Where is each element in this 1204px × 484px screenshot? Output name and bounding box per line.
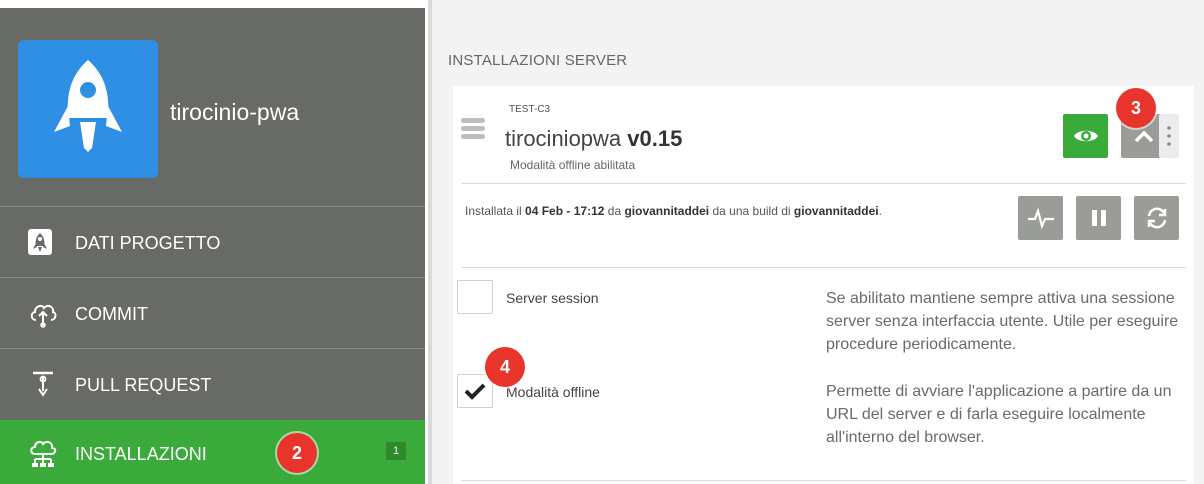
divider — [461, 480, 1186, 481]
pull-request-icon — [28, 369, 58, 399]
installer-user: giovannitaddei — [624, 204, 710, 218]
server-icon — [461, 116, 485, 142]
project-header: tirocinio-pwa — [0, 8, 425, 206]
callout-marker: 3 — [1116, 88, 1156, 128]
divider — [461, 183, 1186, 184]
install-date: 04 Feb - 17:12 — [525, 204, 605, 218]
offline-mode-description: Permette di avviare l'applicazione a par… — [826, 383, 1172, 446]
rocket-icon — [28, 227, 58, 257]
chevron-up-icon — [1134, 130, 1153, 143]
divider — [461, 267, 1186, 268]
eye-icon — [1073, 130, 1098, 142]
environment-label: TEST-C3 — [509, 104, 551, 115]
monitor-button[interactable] — [1018, 196, 1063, 240]
offline-mode-checkbox[interactable] — [457, 374, 493, 408]
network-cloud-icon — [28, 438, 58, 468]
offline-mode-label: Modalità offline — [506, 384, 600, 400]
app-name: tirociniopwa — [505, 126, 622, 151]
section-title: INSTALLAZIONI SERVER — [448, 52, 628, 69]
more-vertical-icon — [1167, 126, 1171, 146]
sidebar-item-pull-request[interactable]: PULL REQUEST — [0, 348, 425, 419]
sidebar-item-label: INSTALLAZIONI — [75, 444, 207, 464]
server-title: tirociniopwa v0.15 — [505, 126, 682, 152]
project-logo — [18, 40, 158, 178]
sidebar-item-label: DATI PROGETTO — [75, 233, 221, 253]
more-options-button[interactable] — [1159, 114, 1179, 158]
pause-icon — [1091, 210, 1106, 226]
build-user: giovannitaddei — [793, 204, 879, 218]
status-text: Modalità offline abilitata — [510, 158, 636, 172]
sidebar-item-installazioni[interactable]: INSTALLAZIONI 1 — [0, 420, 425, 484]
cloud-upload-icon — [28, 298, 58, 328]
server-session-label: Server session — [506, 290, 599, 306]
checkmark-icon — [464, 383, 486, 400]
view-button[interactable] — [1063, 114, 1108, 158]
restart-button[interactable] — [1134, 196, 1179, 240]
server-card: TEST-C3 tirociniopwa v0.15 Modalità offl… — [453, 86, 1194, 484]
server-session-description: Se abilitato mantiene sempre attiva una … — [826, 290, 1179, 353]
callout-marker: 4 — [485, 347, 525, 387]
count-badge: 1 — [386, 442, 406, 460]
install-info: Installata il 04 Feb - 17:12 da giovanni… — [465, 204, 882, 218]
rocket-icon — [54, 60, 122, 152]
app-version: v0.15 — [627, 126, 683, 151]
refresh-icon — [1147, 207, 1166, 229]
sidebar-item-dati-progetto[interactable]: DATI PROGETTO — [0, 206, 425, 277]
server-session-checkbox[interactable] — [457, 280, 493, 314]
project-name: tirocinio-pwa — [170, 99, 300, 125]
pulse-icon — [1027, 207, 1054, 229]
sidebar-item-label: COMMIT — [75, 304, 148, 324]
main-content: INSTALLAZIONI SERVER TEST-C3 tirociniopw… — [432, 0, 1204, 484]
callout-marker: 2 — [277, 433, 317, 473]
pause-button[interactable] — [1076, 196, 1121, 240]
sidebar-item-commit[interactable]: COMMIT — [0, 277, 425, 348]
sidebar-item-label: PULL REQUEST — [75, 375, 212, 395]
sidebar: tirocinio-pwa DATI PROGETTO COMMIT PULL … — [0, 8, 425, 484]
